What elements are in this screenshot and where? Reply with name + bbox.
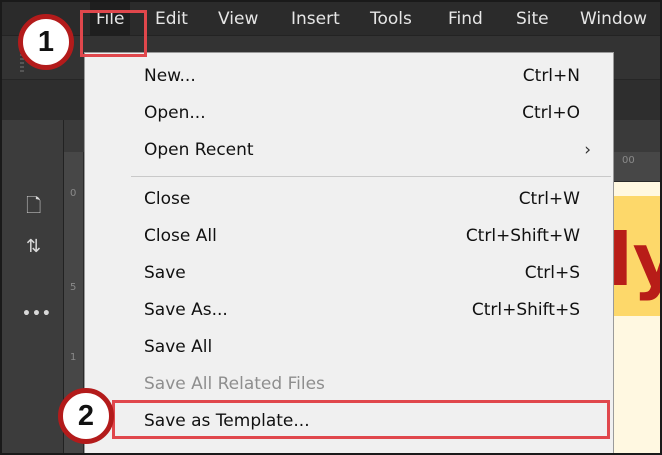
step-1-callout: 1 xyxy=(18,14,74,70)
menu-item-label: Close All xyxy=(144,226,217,246)
ruler-tick-label: 5 xyxy=(70,282,77,293)
menu-item-save-as-template[interactable]: Save as Template... xyxy=(85,405,613,442)
menu-item-label: Save All xyxy=(144,337,213,357)
ruler-tick-label: 00 xyxy=(622,155,635,166)
menu-item-label: Close xyxy=(144,189,191,209)
menu-item-new[interactable]: New... Ctrl+N xyxy=(85,60,613,97)
step-2-callout: 2 xyxy=(58,388,114,444)
menu-item-save-all-related: Save All Related Files xyxy=(85,368,613,405)
menu-site[interactable]: Site xyxy=(510,2,555,36)
menu-item-shortcut: Ctrl+S xyxy=(524,263,580,283)
menu-bar: File Edit View Insert Tools Find Site Wi… xyxy=(2,2,660,36)
menu-window[interactable]: Window xyxy=(574,2,653,36)
menu-item-label: Open... xyxy=(144,103,206,123)
menu-item-save[interactable]: Save Ctrl+S xyxy=(85,257,613,294)
ruler-tick-label: 0 xyxy=(70,188,77,199)
menu-item-open[interactable]: Open... Ctrl+O xyxy=(85,97,613,134)
document-heading-text: ly xyxy=(608,218,660,302)
ruler-tick-label: 1 xyxy=(70,352,77,363)
menu-item-label: Save All Related Files xyxy=(144,374,325,394)
more-icon[interactable]: ••• xyxy=(22,306,52,322)
menu-tools[interactable]: Tools xyxy=(364,2,418,36)
app-window: File Edit View Insert Tools Find Site Wi… xyxy=(0,0,662,455)
menu-item-label: Save as Template... xyxy=(144,411,310,431)
left-tool-panel: 🗋 ⇅ ••• xyxy=(2,120,64,453)
menu-item-shortcut: Ctrl+N xyxy=(522,66,580,86)
menu-item-label: New... xyxy=(144,66,196,86)
menu-insert[interactable]: Insert xyxy=(285,2,346,36)
menu-item-close[interactable]: Close Ctrl+W xyxy=(85,183,613,220)
menu-item-label: Save xyxy=(144,263,186,283)
menu-edit[interactable]: Edit xyxy=(149,2,194,36)
file-menu-dropdown: New... Ctrl+N Open... Ctrl+O Open Recent… xyxy=(84,52,614,453)
menu-item-shortcut: Ctrl+Shift+S xyxy=(471,300,580,320)
menu-item-save-as[interactable]: Save As... Ctrl+Shift+S xyxy=(85,294,613,331)
menu-item-label: Open Recent xyxy=(144,140,254,160)
menu-file[interactable]: File xyxy=(90,2,131,36)
menu-item-close-all[interactable]: Close All Ctrl+Shift+W xyxy=(85,220,613,257)
menu-item-save-all[interactable]: Save All xyxy=(85,331,613,368)
menu-view[interactable]: View xyxy=(212,2,264,36)
menu-item-shortcut: Ctrl+Shift+W xyxy=(465,226,580,246)
menu-item-shortcut: Ctrl+W xyxy=(518,189,580,209)
file-icon[interactable]: 🗋 xyxy=(26,192,41,224)
menu-item-label: Save As... xyxy=(144,300,228,320)
menu-separator xyxy=(131,176,611,177)
menu-find[interactable]: Find xyxy=(442,2,489,36)
menu-item-shortcut: Ctrl+O xyxy=(522,103,580,123)
menu-item-open-recent[interactable]: Open Recent › xyxy=(85,134,613,171)
chevron-right-icon: › xyxy=(584,140,591,160)
sort-arrows-icon[interactable]: ⇅ xyxy=(26,236,41,257)
